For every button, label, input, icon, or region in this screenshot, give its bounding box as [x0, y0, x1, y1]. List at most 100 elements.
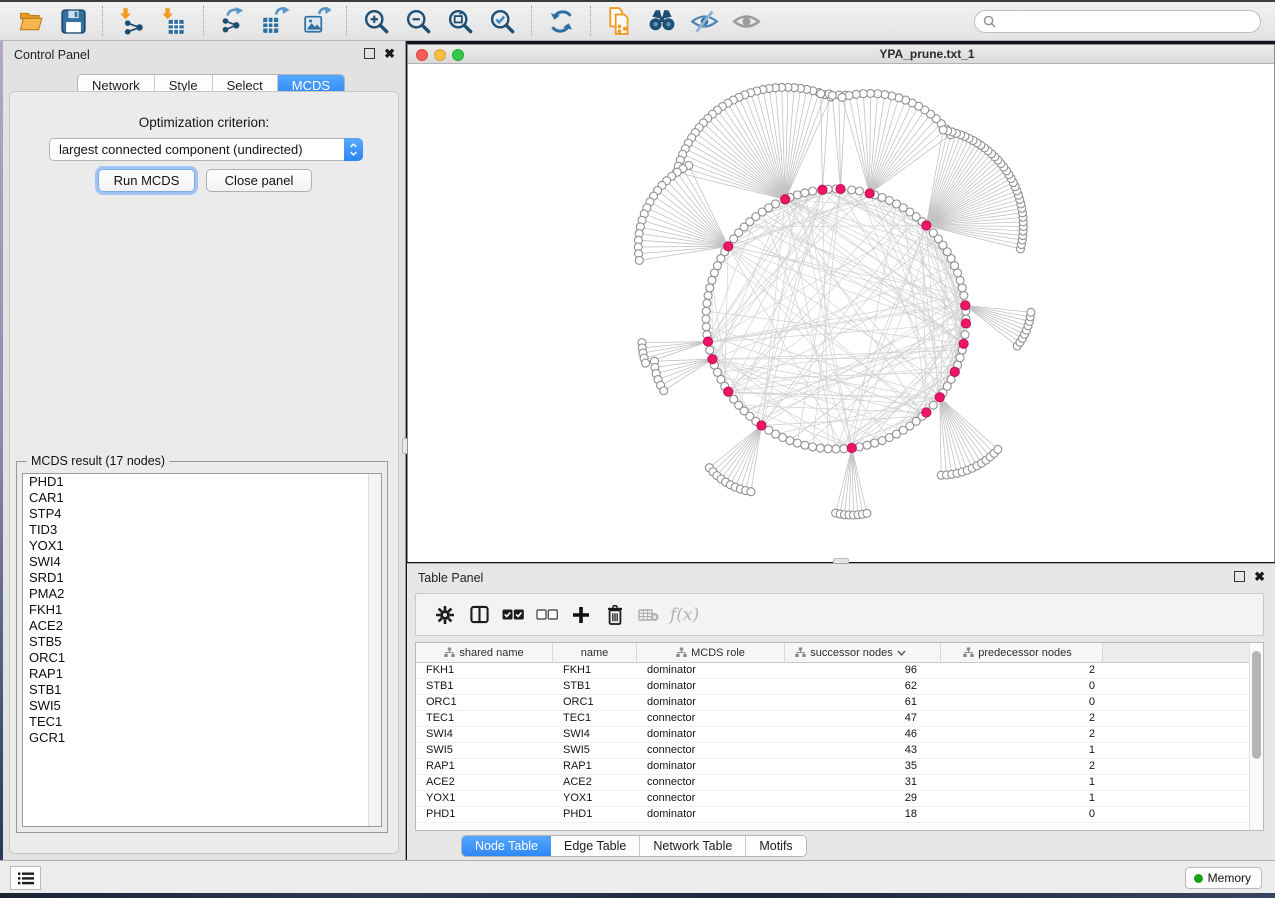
mcds-node-item[interactable]: STB5: [23, 634, 381, 650]
table-cell[interactable]: SWI4: [553, 727, 637, 742]
zoom-selected-icon[interactable]: [487, 6, 517, 36]
table-cell[interactable]: 46: [785, 727, 941, 742]
list-scrollbar[interactable]: [368, 474, 381, 826]
table-cell[interactable]: 0: [941, 679, 1103, 694]
table-cell[interactable]: dominator: [637, 807, 785, 822]
table-cell[interactable]: connector: [637, 711, 785, 726]
mcds-node-item[interactable]: PMA2: [23, 586, 381, 602]
table-row[interactable]: RAP1RAP1dominator352: [416, 759, 1249, 775]
minimize-window-icon[interactable]: [434, 49, 446, 61]
table-cell[interactable]: dominator: [637, 695, 785, 710]
table-cell[interactable]: ORC1: [416, 695, 553, 710]
tab-edge-table[interactable]: Edge Table: [551, 836, 640, 856]
mcds-node-item[interactable]: PHD1: [23, 474, 381, 490]
network-window-titlebar[interactable]: YPA_prune.txt_1: [408, 45, 1274, 64]
column-header[interactable]: successor nodes: [785, 643, 941, 662]
table-cell[interactable]: ORC1: [553, 695, 637, 710]
close-panel-icon[interactable]: ✖: [384, 48, 395, 59]
table-cell[interactable]: PHD1: [553, 807, 637, 822]
memory-button[interactable]: Memory: [1185, 867, 1262, 889]
table-row[interactable]: TEC1TEC1connector472: [416, 711, 1249, 727]
table-cell[interactable]: 2: [941, 663, 1103, 678]
refresh-layout-icon[interactable]: [546, 6, 576, 36]
table-cell[interactable]: 2: [941, 711, 1103, 726]
table-cell[interactable]: ACE2: [553, 775, 637, 790]
mcds-node-item[interactable]: TEC1: [23, 714, 381, 730]
table-cell[interactable]: dominator: [637, 759, 785, 774]
table-cell[interactable]: 47: [785, 711, 941, 726]
tab-node-table[interactable]: Node Table: [462, 836, 551, 856]
import-network-icon[interactable]: [117, 6, 147, 36]
table-row[interactable]: ACE2ACE2connector311: [416, 775, 1249, 791]
function-builder-icon[interactable]: f(x): [670, 605, 699, 625]
table-cell[interactable]: YOX1: [553, 791, 637, 806]
mcds-node-item[interactable]: SRD1: [23, 570, 381, 586]
zoom-in-icon[interactable]: [361, 6, 391, 36]
table-cell[interactable]: STB1: [553, 679, 637, 694]
export-table-icon[interactable]: [260, 6, 290, 36]
table-cell[interactable]: 2: [941, 759, 1103, 774]
table-cell[interactable]: ACE2: [416, 775, 553, 790]
column-header[interactable]: MCDS role: [637, 643, 785, 662]
table-cell[interactable]: RAP1: [553, 759, 637, 774]
table-cell[interactable]: dominator: [637, 679, 785, 694]
table-cell[interactable]: connector: [637, 791, 785, 806]
criterion-dropdown[interactable]: largest connected component (undirected): [49, 138, 363, 161]
mcds-node-item[interactable]: RAP1: [23, 666, 381, 682]
show-columns-icon[interactable]: [462, 600, 496, 630]
table-cell[interactable]: 2: [941, 727, 1103, 742]
delete-table-icon[interactable]: [632, 600, 666, 630]
table-cell[interactable]: 31: [785, 775, 941, 790]
mcds-node-item[interactable]: STP4: [23, 506, 381, 522]
mcds-node-item[interactable]: ORC1: [23, 650, 381, 666]
table-cell[interactable]: FKH1: [553, 663, 637, 678]
mcds-node-item[interactable]: FKH1: [23, 602, 381, 618]
select-all-icon[interactable]: [496, 600, 530, 630]
mcds-node-item[interactable]: YOX1: [23, 538, 381, 554]
export-network-icon[interactable]: [218, 6, 248, 36]
table-cell[interactable]: 0: [941, 807, 1103, 822]
table-cell[interactable]: 35: [785, 759, 941, 774]
export-image-icon[interactable]: [302, 6, 332, 36]
table-cell[interactable]: 96: [785, 663, 941, 678]
table-row[interactable]: YOX1YOX1connector291: [416, 791, 1249, 807]
table-row[interactable]: ORC1ORC1dominator610: [416, 695, 1249, 711]
table-cell[interactable]: 61: [785, 695, 941, 710]
table-row[interactable]: PHD1PHD1dominator180: [416, 807, 1249, 823]
import-table-icon[interactable]: [159, 6, 189, 36]
table-cell[interactable]: SWI5: [416, 743, 553, 758]
table-settings-icon[interactable]: [428, 600, 462, 630]
add-column-icon[interactable]: [564, 600, 598, 630]
table-cell[interactable]: 1: [941, 775, 1103, 790]
table-row[interactable]: STB1STB1dominator620: [416, 679, 1249, 695]
table-row[interactable]: SWI4SWI4dominator462: [416, 727, 1249, 743]
table-cell[interactable]: FKH1: [416, 663, 553, 678]
table-row[interactable]: FKH1FKH1dominator962: [416, 663, 1249, 679]
table-cell[interactable]: 1: [941, 743, 1103, 758]
table-cell[interactable]: dominator: [637, 663, 785, 678]
mcds-node-item[interactable]: STB1: [23, 682, 381, 698]
table-cell[interactable]: SWI5: [553, 743, 637, 758]
deselect-all-icon[interactable]: [530, 600, 564, 630]
table-cell[interactable]: 43: [785, 743, 941, 758]
mcds-node-item[interactable]: SWI5: [23, 698, 381, 714]
network-canvas[interactable]: [408, 64, 1274, 562]
table-cell[interactable]: SWI4: [416, 727, 553, 742]
table-cell[interactable]: TEC1: [416, 711, 553, 726]
table-cell[interactable]: TEC1: [553, 711, 637, 726]
table-cell[interactable]: 1: [941, 791, 1103, 806]
delete-column-icon[interactable]: [598, 600, 632, 630]
search-input[interactable]: [1001, 14, 1252, 28]
table-cell[interactable]: RAP1: [416, 759, 553, 774]
zoom-fit-icon[interactable]: [445, 6, 475, 36]
tab-motifs[interactable]: Motifs: [746, 836, 805, 856]
mcds-node-item[interactable]: TID3: [23, 522, 381, 538]
mcds-result-list[interactable]: PHD1CAR1STP4TID3YOX1SWI4SRD1PMA2FKH1ACE2…: [22, 473, 382, 827]
show-all-icon[interactable]: [731, 6, 761, 36]
save-session-icon[interactable]: [58, 6, 88, 36]
table-cell[interactable]: 0: [941, 695, 1103, 710]
table-cell[interactable]: 18: [785, 807, 941, 822]
zoom-out-icon[interactable]: [403, 6, 433, 36]
copy-style-icon[interactable]: [605, 6, 635, 36]
close-panel-icon[interactable]: ✖: [1254, 571, 1265, 582]
